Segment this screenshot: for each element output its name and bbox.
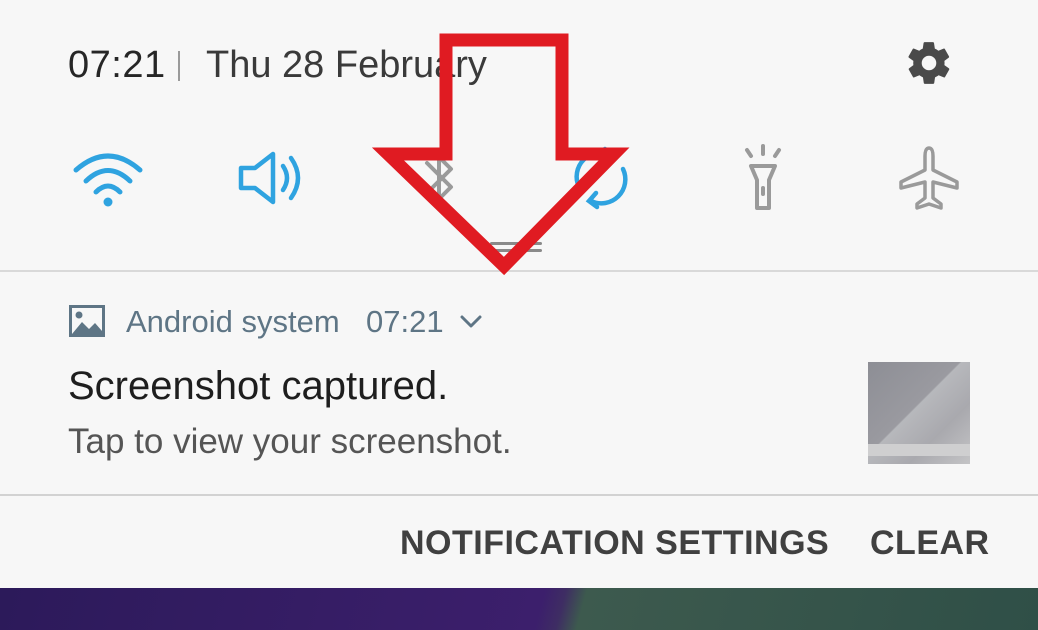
image-icon — [69, 305, 105, 337]
qs-airplane-button[interactable] — [884, 138, 974, 218]
notification-app-name: Android system — [126, 304, 340, 339]
notification-shade: 07:21 Thu 28 February Android system 07:… — [0, 0, 1038, 630]
qs-bluetooth-button[interactable] — [394, 138, 484, 218]
bluetooth-icon — [425, 155, 453, 201]
action-row: NOTIFICATION SETTINGS CLEAR — [0, 496, 1038, 588]
notification-settings-button[interactable]: NOTIFICATION SETTINGS — [400, 524, 829, 563]
date[interactable]: Thu 28 February — [206, 44, 487, 87]
clock: 07:21 — [68, 44, 166, 86]
quick-settings-row — [0, 130, 1038, 230]
clear-button[interactable]: CLEAR — [870, 524, 990, 563]
panel-drag-handle[interactable] — [490, 242, 542, 254]
flashlight-icon — [745, 144, 781, 210]
settings-button[interactable] — [900, 34, 958, 92]
qs-sound-button[interactable] — [226, 138, 316, 218]
screenshot-notification[interactable]: Android system 07:21 Screenshot captured… — [0, 272, 1038, 494]
header-separator — [178, 51, 180, 81]
shade-header: 07:21 Thu 28 February — [0, 0, 1038, 130]
qs-wifi-button[interactable] — [63, 138, 153, 218]
notification-title: Screenshot captured. — [68, 364, 449, 408]
qs-flashlight-button[interactable] — [718, 138, 808, 218]
wifi-icon — [73, 153, 143, 207]
home-wallpaper — [0, 588, 1038, 630]
notification-time: 07:21 — [366, 304, 444, 339]
airplane-icon — [899, 146, 959, 210]
screenshot-thumbnail[interactable] — [868, 362, 970, 464]
gear-icon — [908, 42, 950, 84]
qs-rotate-button[interactable] — [556, 138, 646, 218]
rotate-icon — [574, 146, 628, 210]
notification-text: Tap to view your screenshot. — [68, 422, 512, 461]
chevron-down-icon — [460, 315, 482, 328]
sound-icon — [238, 151, 301, 205]
expand-button[interactable] — [456, 308, 486, 336]
